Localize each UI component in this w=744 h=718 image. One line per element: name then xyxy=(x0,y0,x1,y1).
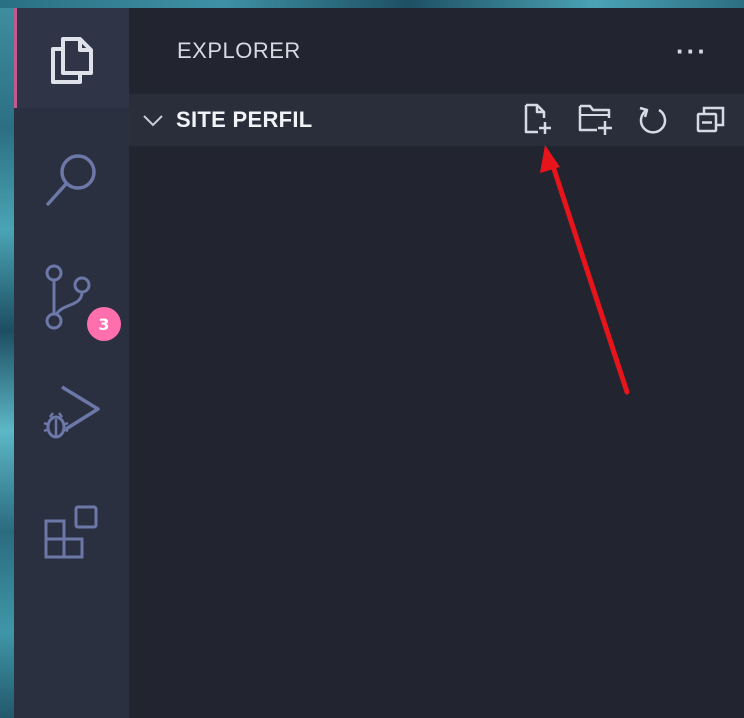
run-debug-icon xyxy=(40,381,104,445)
section-header-site-perfil[interactable]: SITE PERFIL xyxy=(129,94,744,146)
desktop-wallpaper xyxy=(0,0,14,718)
activity-search[interactable] xyxy=(14,130,129,230)
new-folder-button[interactable] xyxy=(575,102,615,140)
collapse-all-icon xyxy=(694,102,728,141)
refresh-icon xyxy=(636,102,670,141)
activity-extensions[interactable] xyxy=(14,483,129,583)
activity-source-control[interactable]: 3 xyxy=(14,248,129,348)
activity-run-debug[interactable] xyxy=(14,363,129,463)
workspace-folder-title: SITE PERFIL xyxy=(176,107,313,132)
activity-explorer[interactable] xyxy=(14,8,129,108)
explorer-title: EXPLORER xyxy=(177,38,301,63)
search-icon xyxy=(42,150,102,210)
files-icon xyxy=(44,29,100,87)
more-actions-button[interactable]: ··· xyxy=(670,32,714,70)
collapse-all-button[interactable] xyxy=(691,102,731,140)
explorer-sidebar: EXPLORER ··· SITE PERFIL xyxy=(129,8,744,718)
source-control-badge: 3 xyxy=(87,307,121,341)
refresh-button[interactable] xyxy=(633,102,673,140)
chevron-down-icon[interactable] xyxy=(141,108,165,132)
vscode-window: 3 EXPLORER ··· SITE PERFIL xyxy=(0,0,744,718)
activity-bar: 3 xyxy=(14,8,129,718)
desktop-wallpaper-top xyxy=(0,0,744,8)
new-folder-icon xyxy=(577,102,613,141)
new-file-button[interactable] xyxy=(517,102,557,140)
extensions-icon xyxy=(40,501,104,565)
new-file-icon xyxy=(520,102,554,141)
